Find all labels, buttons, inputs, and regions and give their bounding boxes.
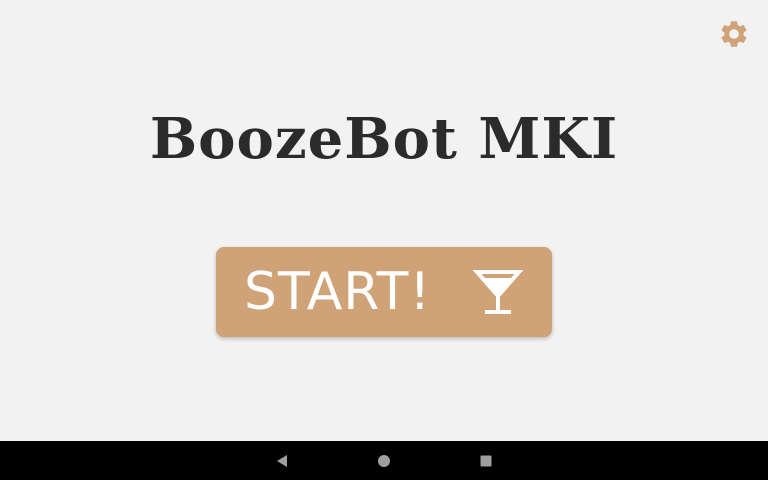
nav-recents-button[interactable] <box>476 451 496 471</box>
cocktail-glass-icon <box>472 270 524 314</box>
home-circle-icon <box>378 455 390 467</box>
gear-icon <box>721 21 747 47</box>
back-triangle-icon <box>277 455 287 467</box>
nav-home-button[interactable] <box>374 451 394 471</box>
settings-button[interactable] <box>716 16 752 52</box>
nav-back-button[interactable] <box>272 451 292 471</box>
app-screen: BoozeBot MKI START! <box>0 0 768 480</box>
start-button-label: START! <box>244 262 432 322</box>
app-title: BoozeBot MKI <box>149 106 619 172</box>
recents-square-icon <box>480 455 492 467</box>
system-navigation-bar <box>0 441 768 480</box>
start-button[interactable]: START! <box>216 247 552 337</box>
